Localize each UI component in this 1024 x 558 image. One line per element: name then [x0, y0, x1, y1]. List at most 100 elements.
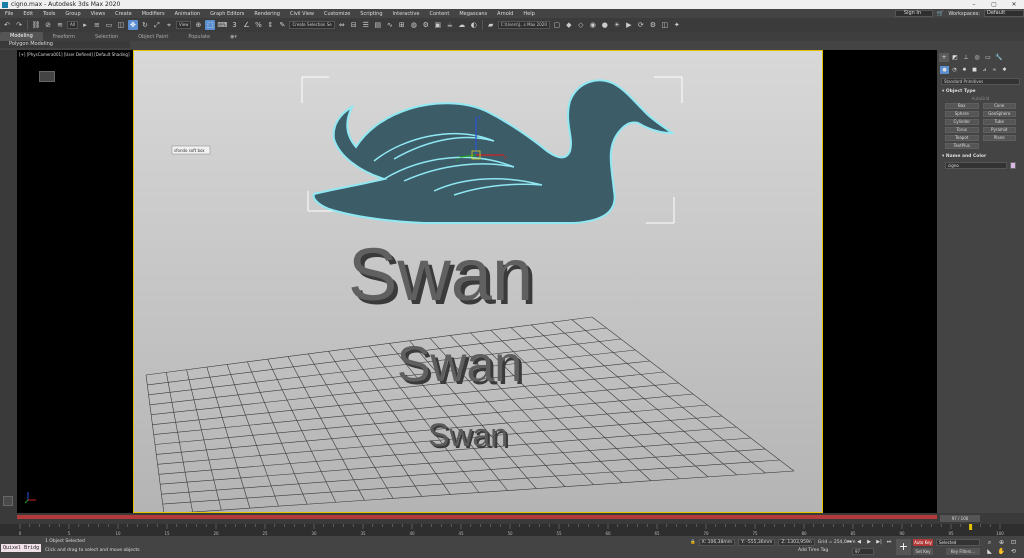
- megascans-icon[interactable]: ◇: [576, 20, 586, 30]
- orbit-icon[interactable]: ⟲: [1008, 548, 1019, 555]
- tab-modeling[interactable]: Modeling: [0, 32, 43, 41]
- maxscript-listener[interactable]: Quixel Bridg: [1, 544, 41, 552]
- add-time-tag[interactable]: Add Time Tag: [798, 548, 828, 553]
- menu-tools[interactable]: Tools: [38, 11, 60, 17]
- window-crossing-icon[interactable]: ◫: [116, 20, 126, 30]
- object-type-title[interactable]: ▾ Object Type: [940, 88, 1021, 95]
- menu-create[interactable]: Create: [110, 11, 137, 17]
- select-object-icon[interactable]: ▸: [80, 20, 90, 30]
- minimize-button[interactable]: –: [964, 0, 984, 9]
- menu-rendering[interactable]: Rendering: [249, 11, 285, 17]
- tab-freeform[interactable]: Freeform: [43, 34, 85, 40]
- material-editor-icon[interactable]: ◍: [409, 20, 419, 30]
- spinner-snap-icon[interactable]: ⇕: [265, 20, 275, 30]
- object-color-swatch[interactable]: [1010, 162, 1016, 169]
- render-in-cloud-icon[interactable]: ☁: [457, 20, 467, 30]
- unlink-icon[interactable]: ⊘: [43, 20, 53, 30]
- undo-icon[interactable]: ↶: [2, 20, 12, 30]
- menu-file[interactable]: File: [0, 11, 18, 17]
- arnold-icon[interactable]: ●: [600, 20, 610, 30]
- space-warps-icon[interactable]: ≈: [990, 66, 999, 74]
- curve-editor-icon[interactable]: ∿: [385, 20, 395, 30]
- key-filters-button[interactable]: Key Filters...: [946, 548, 980, 555]
- menu-animation[interactable]: Animation: [170, 11, 206, 17]
- arnold-aov-icon[interactable]: ◫: [660, 20, 670, 30]
- time-slider-frame[interactable]: 97 / 100: [940, 515, 980, 522]
- geosphere-button[interactable]: GeoSphere: [982, 111, 1016, 117]
- menu-help[interactable]: Help: [518, 11, 539, 17]
- tab-object-paint[interactable]: Object Paint: [128, 34, 178, 40]
- arnold-ipr-icon[interactable]: ⟳: [636, 20, 646, 30]
- x-coordinate-field[interactable]: X: 106,38mm: [698, 539, 736, 546]
- geometry-icon[interactable]: ●: [940, 66, 949, 74]
- current-frame-marker[interactable]: [969, 524, 973, 530]
- teapot-button[interactable]: Teapot: [945, 135, 979, 141]
- fov-icon[interactable]: ◣: [984, 548, 995, 555]
- reference-coordinate-select[interactable]: View: [175, 21, 192, 29]
- modify-tab-icon[interactable]: ◩: [950, 53, 960, 62]
- snaps-toggle-icon[interactable]: 3: [229, 20, 239, 30]
- quixel-icon[interactable]: ◆: [564, 20, 574, 30]
- scene-explorer-toggle[interactable]: [3, 496, 13, 506]
- arnold-settings-icon[interactable]: ⚙: [648, 20, 658, 30]
- name-color-title[interactable]: ▾ Name and Color: [940, 153, 1021, 160]
- cone-button[interactable]: Cone: [982, 103, 1016, 109]
- sphere-button[interactable]: Sphere: [945, 111, 979, 117]
- menu-group[interactable]: Group: [60, 11, 85, 17]
- menu-customize[interactable]: Customize: [319, 11, 355, 17]
- primitive-category-select[interactable]: Standard Primitives: [941, 78, 1020, 85]
- rect-selection-icon[interactable]: ▭: [104, 20, 114, 30]
- ribbon-polygon-modeling[interactable]: Polygon Modeling: [0, 41, 130, 48]
- menu-graph-editors[interactable]: Graph Editors: [205, 11, 249, 17]
- textplus-button[interactable]: TextPlus: [945, 143, 979, 149]
- keyboard-shortcut-icon[interactable]: ⌨: [217, 20, 227, 30]
- y-coordinate-field[interactable]: Y: -555,36mm: [738, 539, 776, 546]
- helpers-icon[interactable]: ⊿: [980, 66, 989, 74]
- pivot-center-icon[interactable]: ⊕: [193, 20, 203, 30]
- angle-snap-icon[interactable]: ∠: [241, 20, 251, 30]
- previous-frame-icon[interactable]: ◀: [855, 539, 863, 546]
- create-tab-icon[interactable]: +: [939, 53, 949, 62]
- menu-modifiers[interactable]: Modifiers: [137, 11, 170, 17]
- menu-content[interactable]: Content: [424, 11, 454, 17]
- tab-populate[interactable]: Populate: [178, 34, 220, 40]
- key-selection-select[interactable]: Selected: [936, 539, 980, 546]
- move-icon[interactable]: ✥: [127, 20, 138, 30]
- track-bar[interactable]: 0 5 10 15 20 25 30 35 40 45 50 55 60 65 70 75 80 85 90 95 10…: [0, 524, 1024, 536]
- percent-snap-icon[interactable]: %: [253, 20, 263, 30]
- select-manipulate-icon[interactable]: ⬚: [205, 20, 216, 30]
- menu-views[interactable]: Views: [86, 11, 110, 17]
- project-path-select[interactable]: C:\Users\J...s Max 2020: [497, 21, 550, 29]
- viewcube-icon[interactable]: [39, 71, 55, 82]
- bind-space-warp-icon[interactable]: ≋: [55, 20, 65, 30]
- edit-named-selection-icon[interactable]: ✎: [277, 20, 287, 30]
- scale-icon[interactable]: ⤢: [152, 20, 162, 30]
- tab-selection[interactable]: Selection: [85, 34, 128, 40]
- rendered-frame-window-icon[interactable]: ▣: [433, 20, 443, 30]
- current-frame-field[interactable]: 97: [852, 548, 874, 555]
- menu-interactive[interactable]: Interactive: [388, 11, 425, 17]
- time-slider-bar[interactable]: [17, 515, 937, 519]
- schematic-view-icon[interactable]: ⊞: [397, 20, 407, 30]
- cameras-icon[interactable]: ■: [970, 66, 979, 74]
- menu-edit[interactable]: Edit: [18, 11, 38, 17]
- align-icon[interactable]: ⊟: [349, 20, 359, 30]
- set-key-button[interactable]: Set Key: [913, 548, 933, 555]
- place-icon[interactable]: ⌖: [164, 20, 174, 30]
- object-name-field[interactable]: cigno: [945, 162, 1007, 169]
- toggle-ribbon-icon[interactable]: ▤: [373, 20, 383, 30]
- time-slider[interactable]: 97 / 100: [0, 513, 1024, 524]
- a360-gallery-icon[interactable]: ◐: [469, 20, 479, 30]
- selection-filter-select[interactable]: All: [67, 21, 78, 29]
- camera-viewport[interactable]: z x y sfondo soft box Swan Swan Swan Swa…: [133, 50, 823, 513]
- menu-megascans[interactable]: Megascans: [454, 11, 492, 17]
- menu-scripting[interactable]: Scripting: [355, 11, 387, 17]
- zoom-icon[interactable]: ⌕: [984, 539, 995, 547]
- tube-button[interactable]: Tube: [982, 119, 1016, 125]
- swan-text-large[interactable]: Swan: [348, 233, 533, 316]
- box-button[interactable]: Box: [945, 103, 979, 109]
- play-icon[interactable]: ▶: [865, 539, 873, 546]
- render-production-icon[interactable]: ☕: [445, 20, 455, 30]
- sign-in-dropdown[interactable]: Sign In: [894, 10, 933, 17]
- link-icon[interactable]: ⛓: [31, 20, 41, 30]
